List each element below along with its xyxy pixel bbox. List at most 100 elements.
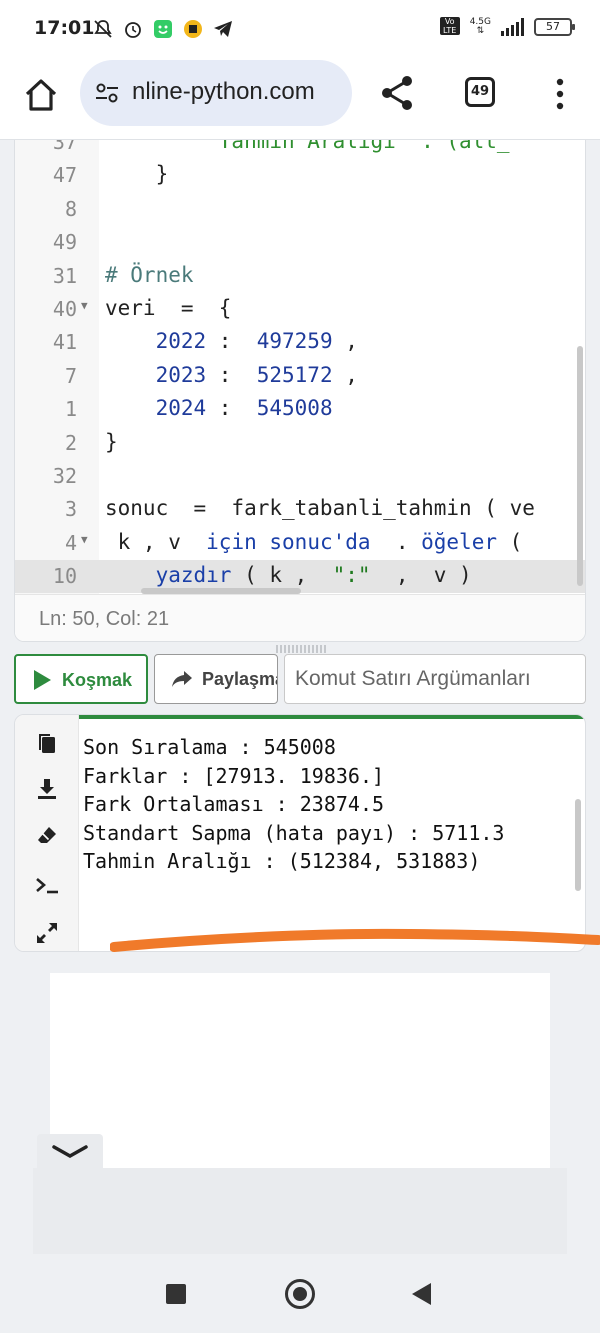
fold-toggle-icon[interactable]: ▼	[81, 533, 88, 546]
telegram-icon	[212, 18, 234, 40]
address-bar[interactable]: nline-python.com	[80, 60, 352, 126]
code-token: 2024	[155, 396, 207, 421]
home-button[interactable]	[285, 1279, 315, 1309]
code-editor[interactable]: 37 "Tahmin Aralığı" : (alt_ 47 } 8 49 31 # Ör…	[14, 140, 586, 642]
code-token: ,	[332, 329, 358, 354]
command-line-args-input[interactable]	[284, 654, 586, 704]
code-text: veri = {	[105, 296, 231, 320]
line-number: 7	[64, 363, 77, 388]
code-token: öğeler	[421, 529, 497, 554]
code-area[interactable]: 37 "Tahmin Aralığı" : (alt_ 47 } 8 49 31 # Ör…	[15, 140, 585, 594]
code-line[interactable]: 32	[15, 460, 585, 493]
share-label: Paylaşma	[202, 669, 278, 689]
coin-icon	[182, 18, 204, 40]
output-line: Farklar : [27913. 19836.]	[83, 763, 385, 788]
play-icon	[34, 670, 51, 690]
expand-icon[interactable]	[35, 921, 59, 945]
site-settings-icon[interactable]	[94, 80, 120, 106]
share-button[interactable]: Paylaşma	[154, 654, 278, 704]
code-line[interactable]: 37 "Tahmin Aralığı" : (alt_	[15, 140, 585, 159]
share-icon[interactable]	[380, 74, 414, 112]
code-token: .	[370, 529, 422, 554]
line-number: 40	[52, 297, 77, 321]
code-line[interactable]: 41 2022 : 497259 ,	[15, 326, 585, 359]
code-line[interactable]: 40 ▼ veri = {	[15, 293, 585, 326]
code-line[interactable]: 8	[15, 193, 585, 226]
code-token: 497259	[256, 329, 333, 354]
code-token: için	[206, 529, 257, 554]
run-button[interactable]: Koşmak	[14, 654, 148, 704]
status-bar: 17:01 Vo LTE 4.5G ⇅ 57	[0, 0, 600, 58]
code-token: 545008	[256, 396, 333, 421]
signal-icon	[501, 17, 524, 36]
copy-icon[interactable]	[35, 731, 59, 755]
code-token: yazdır	[155, 563, 232, 588]
bell-off-icon	[92, 18, 114, 40]
output-status-bar	[79, 715, 585, 719]
code-line[interactable]: 31 # Örnek	[15, 260, 585, 293]
network-type: 4.5G ⇅	[469, 16, 491, 36]
home-icon[interactable]	[22, 76, 60, 114]
code-token: 525172	[256, 362, 333, 387]
line-number: 8	[64, 196, 77, 221]
line-number: 2	[64, 430, 77, 455]
browser-toolbar: nline-python.com 49	[0, 58, 600, 140]
code-text: }	[105, 430, 118, 454]
ad-container	[50, 973, 550, 1169]
download-icon[interactable]	[35, 777, 59, 801]
line-number: 37	[52, 140, 77, 154]
code-token: ":"	[332, 563, 371, 588]
system-navigation-bar	[0, 1254, 600, 1333]
back-button[interactable]	[412, 1283, 431, 1305]
chevron-down-icon	[52, 1145, 88, 1159]
resize-handle[interactable]	[276, 645, 326, 653]
line-number: 47	[52, 163, 77, 188]
code-token: }	[105, 162, 169, 187]
status-notification-icons	[92, 18, 234, 40]
output-line: Standart Sapma (hata payı) : 5711.3	[83, 820, 505, 845]
code-text: "Tahmin Aralığı" : (alt_	[105, 140, 510, 153]
line-number: 41	[52, 330, 77, 355]
more-options-icon[interactable]	[550, 78, 570, 110]
share-arrow-icon	[171, 669, 193, 689]
code-token: "Tahmin Aralığı" : (alt_	[105, 140, 510, 153]
code-token: :	[206, 396, 257, 421]
code-line[interactable]: 4 ▼ k , v için sonuc'da . öğeler (	[15, 527, 585, 560]
editor-vertical-scrollbar[interactable]	[577, 346, 583, 586]
tab-switcher-button[interactable]: 49	[465, 77, 495, 107]
ad-bottom-panel	[33, 1168, 567, 1254]
battery-indicator: 57	[534, 17, 575, 36]
status-system-icons: Vo LTE 4.5G ⇅ 57	[439, 16, 575, 36]
output-tools	[15, 715, 79, 951]
output-scrollbar[interactable]	[575, 799, 581, 891]
code-token: # Örnek	[105, 262, 194, 287]
code-token: , v )	[370, 563, 472, 588]
code-line[interactable]: 3 sonuc = fark_tabanli_tahmin ( ve	[15, 493, 585, 526]
code-text: k , v için sonuc'da . öğeler (	[105, 529, 523, 554]
app-face-icon	[152, 18, 174, 40]
line-number: 3	[64, 497, 77, 522]
code-line[interactable]: 10 yazdır ( k , ":" , v )	[15, 560, 585, 594]
eraser-icon[interactable]	[35, 823, 59, 847]
code-line[interactable]: 2}	[15, 427, 585, 460]
code-line[interactable]: 47 }	[15, 159, 585, 192]
code-line[interactable]: 1 2024 : 545008	[15, 393, 585, 426]
url-text[interactable]: nline-python.com	[132, 78, 315, 106]
code-token: :	[206, 362, 257, 387]
code-text: 2023 : 525172 ,	[105, 363, 358, 387]
fold-toggle-icon[interactable]: ▼	[81, 299, 88, 312]
line-number: 49	[52, 230, 77, 255]
code-line[interactable]: 49	[15, 226, 585, 259]
code-line[interactable]: 7 2023 : 525172 ,	[15, 360, 585, 393]
recents-button[interactable]	[166, 1284, 186, 1304]
code-token: :	[206, 329, 257, 354]
collapse-ad-button[interactable]	[37, 1134, 103, 1172]
line-number: 4	[64, 530, 77, 555]
terminal-icon[interactable]	[35, 873, 59, 897]
line-number: 10	[52, 564, 77, 589]
